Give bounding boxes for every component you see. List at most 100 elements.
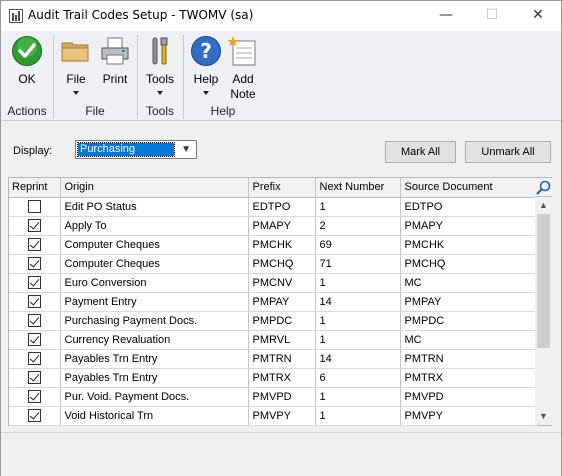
prefix-cell[interactable]: PMPDC [248, 311, 316, 331]
next-number-cell[interactable]: 2 [315, 216, 401, 236]
tools-menu-button[interactable]: Tools [142, 35, 178, 95]
reprint-checkbox[interactable] [27, 333, 41, 346]
reprint-checkbox[interactable] [27, 371, 41, 384]
prefix-cell[interactable]: PMCNV [248, 273, 316, 293]
source-document-cell[interactable]: PMTRN [400, 349, 537, 369]
help-menu-button[interactable]: ? Help [188, 35, 224, 95]
add-note-button[interactable]: Add Note [225, 35, 261, 102]
scroll-thumb[interactable] [537, 214, 550, 348]
table-row[interactable]: Void Historical Trn PMVPY 1 PMVPY [9, 406, 537, 426]
origin-cell[interactable]: Edit PO Status [60, 197, 249, 217]
scroll-up-icon[interactable]: ▲ [535, 197, 552, 214]
prefix-cell[interactable]: PMVPY [248, 406, 316, 426]
prefix-cell[interactable]: PMRVL [248, 330, 316, 350]
next-number-cell[interactable]: 1 [315, 387, 401, 407]
source-document-cell[interactable]: EDTPO [400, 197, 537, 217]
chevron-down-icon [203, 91, 209, 95]
table-row[interactable]: Currency Revaluation PMRVL 1 MC [9, 330, 537, 350]
table-row[interactable]: Pur. Void. Payment Docs. PMVPD 1 PMVPD [9, 387, 537, 407]
origin-cell[interactable]: Apply To [60, 216, 249, 236]
source-document-cell[interactable]: MC [400, 273, 537, 293]
file-menu-button[interactable]: File [59, 35, 93, 95]
origin-cell[interactable]: Payment Entry [60, 292, 249, 312]
column-header-prefix[interactable]: Prefix [248, 178, 316, 198]
table-row[interactable]: Payables Trn Entry PMTRX 6 PMTRX [9, 368, 537, 388]
display-select[interactable]: Purchasing ▼ [75, 140, 197, 159]
mark-all-button[interactable]: Mark All [385, 141, 456, 163]
prefix-cell[interactable]: PMTRX [248, 368, 316, 388]
reprint-checkbox[interactable] [27, 219, 41, 232]
reprint-checkbox[interactable] [27, 295, 41, 308]
origin-cell[interactable]: Euro Conversion [60, 273, 249, 293]
next-number-cell[interactable]: 1 [315, 330, 401, 350]
source-document-cell[interactable]: PMPDC [400, 311, 537, 331]
print-label: Print [102, 72, 128, 86]
table-row[interactable]: Edit PO Status EDTPO 1 EDTPO [9, 197, 537, 217]
next-number-cell[interactable]: 6 [315, 368, 401, 388]
source-document-cell[interactable]: PMCHK [400, 235, 537, 255]
prefix-cell[interactable]: PMTRN [248, 349, 316, 369]
reprint-checkbox[interactable] [27, 257, 41, 270]
reprint-checkbox[interactable] [27, 276, 41, 289]
reprint-checkbox[interactable] [27, 314, 41, 327]
next-number-cell[interactable]: 69 [315, 235, 401, 255]
app-icon [9, 9, 23, 23]
table-row[interactable]: Apply To PMAPY 2 PMAPY [9, 216, 537, 236]
column-header-source-document[interactable]: Source Document [400, 178, 537, 198]
origin-cell[interactable]: Payables Trn Entry [60, 368, 249, 388]
prefix-cell[interactable]: PMVPD [248, 387, 316, 407]
origin-cell[interactable]: Void Historical Trn [60, 406, 249, 426]
origin-cell[interactable]: Currency Revaluation [60, 330, 249, 350]
reprint-checkbox[interactable] [27, 390, 41, 403]
column-header-next-number[interactable]: Next Number [315, 178, 401, 198]
print-button[interactable]: Print [97, 35, 133, 87]
ok-button[interactable]: OK [7, 35, 47, 87]
next-number-cell[interactable]: 1 [315, 273, 401, 293]
prefix-cell[interactable]: PMAPY [248, 216, 316, 236]
origin-cell[interactable]: Pur. Void. Payment Docs. [60, 387, 249, 407]
minimize-button[interactable]: — [423, 1, 469, 31]
source-document-cell[interactable]: PMPAY [400, 292, 537, 312]
table-row[interactable]: Euro Conversion PMCNV 1 MC [9, 273, 537, 293]
reprint-checkbox[interactable] [27, 409, 41, 422]
scroll-down-icon[interactable]: ▼ [535, 408, 552, 425]
prefix-cell[interactable]: PMCHK [248, 235, 316, 255]
source-document-cell[interactable]: PMTRX [400, 368, 537, 388]
table-row[interactable]: Payables Trn Entry PMTRN 14 PMTRN [9, 349, 537, 369]
source-document-cell[interactable]: PMCHQ [400, 254, 537, 274]
origin-cell[interactable]: Computer Cheques [60, 254, 249, 274]
next-number-cell[interactable]: 1 [315, 311, 401, 331]
source-document-cell[interactable]: PMAPY [400, 216, 537, 236]
table-row[interactable]: Computer Cheques PMCHK 69 PMCHK [9, 235, 537, 255]
column-header-origin[interactable]: Origin [60, 178, 249, 198]
origin-cell[interactable]: Payables Trn Entry [60, 349, 249, 369]
origin-cell[interactable]: Purchasing Payment Docs. [60, 311, 249, 331]
next-number-cell[interactable]: 1 [315, 406, 401, 426]
next-number-cell[interactable]: 14 [315, 349, 401, 369]
source-document-cell[interactable]: PMVPD [400, 387, 537, 407]
table-row[interactable]: Payment Entry PMPAY 14 PMPAY [9, 292, 537, 312]
reprint-checkbox[interactable] [27, 200, 41, 213]
table-row[interactable]: Purchasing Payment Docs. PMPDC 1 PMPDC [9, 311, 537, 331]
reprint-cell [9, 235, 61, 255]
unmark-all-button[interactable]: Unmark All [465, 141, 551, 163]
zoom-button[interactable] [535, 178, 552, 197]
prefix-cell[interactable]: PMCHQ [248, 254, 316, 274]
reprint-checkbox[interactable] [27, 352, 41, 365]
column-header-reprint[interactable]: Reprint [9, 178, 61, 198]
reprint-cell [9, 216, 61, 236]
next-number-cell[interactable]: 14 [315, 292, 401, 312]
maximize-button[interactable]: ☐ [469, 1, 515, 31]
origin-cell[interactable]: Computer Cheques [60, 235, 249, 255]
next-number-cell[interactable]: 71 [315, 254, 401, 274]
table-row[interactable]: Computer Cheques PMCHQ 71 PMCHQ [9, 254, 537, 274]
vertical-scrollbar[interactable]: ▲ ▼ [535, 197, 552, 425]
prefix-cell[interactable]: EDTPO [248, 197, 316, 217]
source-document-cell[interactable]: PMVPY [400, 406, 537, 426]
source-document-cell[interactable]: MC [400, 330, 537, 350]
note-icon [227, 36, 256, 66]
next-number-cell[interactable]: 1 [315, 197, 401, 217]
prefix-cell[interactable]: PMPAY [248, 292, 316, 312]
close-button[interactable]: ✕ [515, 1, 561, 31]
reprint-checkbox[interactable] [27, 238, 41, 251]
